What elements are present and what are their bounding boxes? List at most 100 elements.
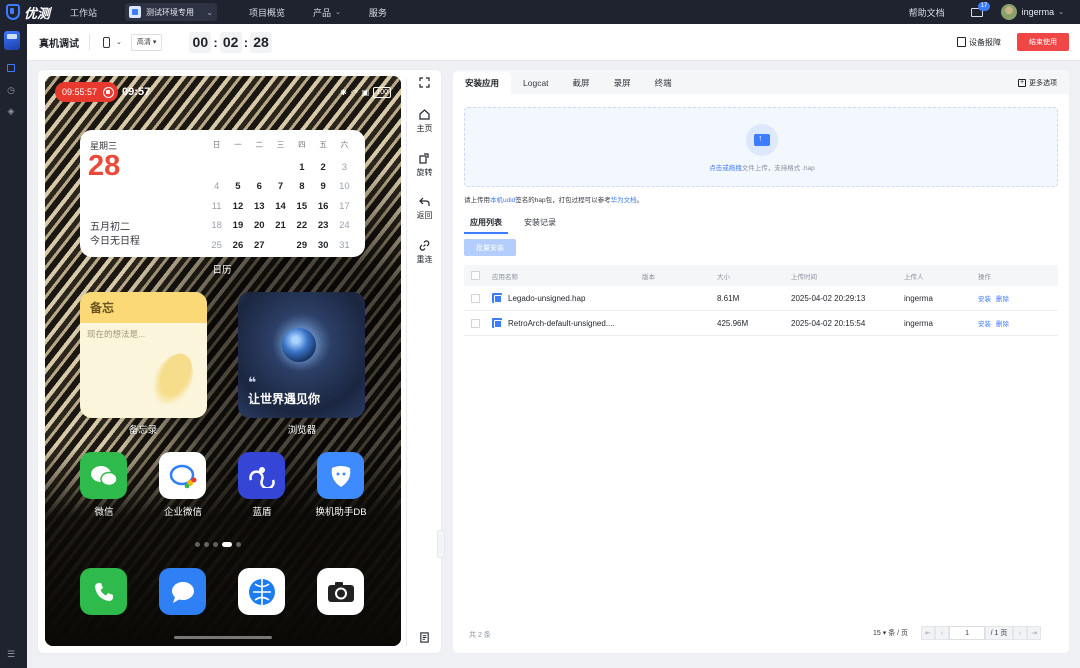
upload-dropzone[interactable]: 点击或拖拽文件上传，支持格式 .hap bbox=[464, 107, 1058, 187]
page-size-select[interactable]: 15 ▾ 条 / 页 bbox=[873, 628, 908, 638]
first-page-icon[interactable]: ⇤ bbox=[921, 626, 936, 640]
chevron-down-icon[interactable]: ⌄ bbox=[1058, 8, 1064, 16]
help-docs-link[interactable]: 帮助文档 bbox=[909, 6, 945, 19]
next-page-icon[interactable]: › bbox=[1013, 626, 1028, 640]
mail-icon[interactable]: 17 bbox=[970, 1, 991, 17]
page-indicator bbox=[195, 542, 241, 547]
camera-app-icon[interactable] bbox=[317, 568, 364, 615]
phone-clone-app-icon[interactable] bbox=[317, 452, 364, 499]
brand-name: 优测 bbox=[24, 5, 51, 21]
history-icon[interactable]: ◷ bbox=[6, 85, 16, 95]
calendar-cell: 4 bbox=[214, 181, 220, 193]
calendar-cell: 30 bbox=[317, 239, 329, 251]
row-checkbox[interactable] bbox=[471, 293, 480, 303]
col-uploader: 上传人 bbox=[904, 273, 924, 281]
tab-terminal[interactable]: 终端 bbox=[643, 72, 684, 94]
avatar[interactable] bbox=[1000, 4, 1017, 20]
tab-install-history[interactable]: 安装记录 bbox=[518, 215, 562, 234]
home-indicator[interactable] bbox=[174, 636, 272, 639]
panel-collapse-handle[interactable] bbox=[437, 530, 445, 558]
nav-project-overview[interactable]: 项目概览 bbox=[249, 6, 285, 19]
tab-app-list[interactable]: 应用列表 bbox=[464, 215, 508, 234]
messages-app-icon[interactable] bbox=[159, 568, 206, 615]
more-options-button[interactable]: + 更多选项 bbox=[1018, 72, 1069, 94]
delete-link[interactable]: 删除 bbox=[996, 296, 1009, 303]
upload-link[interactable]: 点击或拖拽 bbox=[709, 165, 742, 172]
table-row: Legado-unsigned.hap 8.61M 2025-04-02 20:… bbox=[464, 286, 1058, 311]
calendar-cell: 8 bbox=[299, 181, 305, 193]
menu-collapse-icon[interactable]: ☰ bbox=[6, 649, 16, 659]
quality-select[interactable]: 高清 ▾ bbox=[130, 33, 163, 51]
nav-workspace[interactable]: 工作站 bbox=[70, 6, 97, 19]
install-link[interactable]: 安装 bbox=[978, 296, 991, 303]
calendar-cell: 25 bbox=[211, 239, 222, 251]
browser-label: 浏览器 bbox=[287, 425, 317, 436]
end-session-button[interactable]: 结束使用 bbox=[1017, 33, 1069, 51]
rotate-button[interactable]: 旋转 bbox=[408, 153, 441, 178]
page-size-unit: 条 / 页 bbox=[888, 630, 909, 637]
calendar-head: 日 bbox=[212, 140, 221, 149]
device-report-label: 设备报障 bbox=[969, 37, 1001, 47]
chevron-down-icon: ⌄ bbox=[206, 7, 214, 17]
upload-icon bbox=[746, 124, 778, 156]
nav-products[interactable]: 产品 bbox=[313, 6, 331, 19]
device-report-button[interactable]: 设备报障 bbox=[957, 37, 1001, 48]
calendar-widget[interactable]: 星期三 28 五月初二 今日无日程 日 一 二 三 四 五 六 1 2 3 4 … bbox=[80, 130, 365, 257]
tab-install-app[interactable]: 安装应用 bbox=[453, 72, 512, 94]
timer-seconds: 28 bbox=[250, 31, 273, 53]
phone-app-icon[interactable] bbox=[80, 568, 127, 615]
browser-app-icon[interactable] bbox=[238, 568, 285, 615]
prev-page-icon[interactable]: ‹ bbox=[935, 626, 950, 640]
user-name[interactable]: ingerma bbox=[1022, 7, 1055, 17]
brand-logo[interactable]: 优测 bbox=[0, 0, 60, 24]
layers-icon[interactable]: ◈ bbox=[6, 106, 16, 116]
log-button[interactable] bbox=[408, 632, 441, 646]
feather-icon bbox=[143, 346, 203, 414]
chevron-down-icon[interactable]: ⌄ bbox=[116, 38, 122, 46]
timer-minutes: 02 bbox=[219, 31, 242, 53]
install-link[interactable]: 安装 bbox=[978, 321, 991, 328]
recording-pill[interactable]: 09:55:57 bbox=[55, 82, 119, 102]
device-debug-icon[interactable] bbox=[6, 64, 16, 74]
home-button[interactable]: 主页 bbox=[408, 109, 441, 134]
browser-widget[interactable]: ❝ 让世界遇见你 bbox=[238, 292, 365, 418]
back-button[interactable]: 返回 bbox=[408, 196, 441, 221]
more-options-label: 更多选项 bbox=[1029, 80, 1057, 87]
phone-device-icon[interactable] bbox=[103, 36, 110, 48]
last-page-icon[interactable]: ⇥ bbox=[1027, 626, 1042, 640]
row-checkbox[interactable] bbox=[471, 318, 480, 328]
wecom-app-icon[interactable] bbox=[159, 452, 206, 499]
calendar-cell: 20 bbox=[253, 220, 265, 232]
app-size: 8.61M bbox=[717, 293, 740, 303]
calendar-label: 日历 bbox=[212, 265, 232, 276]
device-screen[interactable]: 09:55:57 09:57 ✱ ◠ ▣ 100 星期三 28 五月初二 今日无… bbox=[45, 76, 401, 646]
tab-screenshot[interactable]: 截屏 bbox=[561, 72, 602, 94]
page-input[interactable]: 1 bbox=[949, 626, 986, 640]
wechat-app-icon[interactable] bbox=[80, 452, 127, 499]
hint-prefix: 请上传用 bbox=[464, 197, 490, 204]
fullscreen-button[interactable] bbox=[408, 77, 441, 91]
nav-services[interactable]: 服务 bbox=[369, 6, 387, 19]
session-timer: 00 : 02 : 28 bbox=[189, 31, 273, 53]
calendar-grid: 日 一 二 三 四 五 六 1 2 3 4 5 6 7 8 9 10 11 12… bbox=[206, 138, 355, 256]
tab-logcat[interactable]: Logcat bbox=[511, 72, 561, 94]
memo-widget[interactable]: 备忘 现在的想法是... bbox=[80, 292, 207, 418]
app-switcher-icon[interactable] bbox=[4, 31, 20, 50]
delete-link[interactable]: 删除 bbox=[996, 321, 1009, 328]
batch-install-button[interactable]: 批量安装 bbox=[464, 239, 516, 256]
reconnect-button[interactable]: 重连 bbox=[408, 240, 441, 265]
calendar-head: 二 bbox=[255, 140, 263, 149]
huawei-docs-link[interactable]: 华为文档 bbox=[611, 197, 637, 204]
env-select[interactable]: 测试环境专用 ⌄ bbox=[125, 3, 218, 21]
col-upload-time: 上传时间 bbox=[791, 273, 817, 281]
memo-placeholder: 现在的想法是... bbox=[87, 329, 146, 339]
landun-app-icon[interactable] bbox=[238, 452, 285, 499]
calendar-cell: 31 bbox=[339, 239, 350, 251]
calendar-cell: 23 bbox=[317, 220, 329, 232]
udid-link[interactable]: 本机udid bbox=[490, 197, 515, 204]
upload-desc: 文件上传，支持格式 .hap bbox=[741, 165, 815, 172]
select-all-checkbox[interactable] bbox=[471, 271, 480, 280]
chevron-down-icon: ⌄ bbox=[335, 9, 341, 16]
tab-screen-record[interactable]: 录屏 bbox=[602, 72, 643, 94]
phone-clock: 09:57 bbox=[122, 86, 151, 98]
